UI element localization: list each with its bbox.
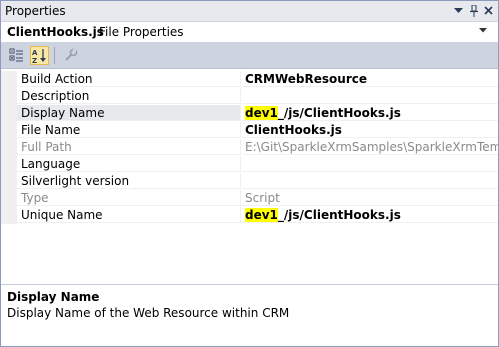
chevron-down-icon[interactable] <box>479 26 487 35</box>
property-value[interactable] <box>242 173 498 189</box>
highlighted-prefix: dev1 <box>245 106 278 120</box>
property-value[interactable]: CRMWebResource <box>242 71 498 87</box>
property-row[interactable]: Full Path E:\Git\SparkleXrmSamples\Spark… <box>1 139 498 156</box>
property-value[interactable]: dev1_/js/ClientHooks.js <box>242 105 498 121</box>
property-name: File Name <box>17 122 241 138</box>
title-bar: Properties <box>1 1 498 22</box>
properties-toolbar: A Z <box>1 43 498 69</box>
property-name: Type <box>17 190 241 206</box>
window-position-dropdown-icon[interactable] <box>451 3 466 18</box>
property-name: Description <box>17 88 241 104</box>
value-suffix: _/js/ClientHooks.js <box>277 106 401 120</box>
value-suffix: _/js/ClientHooks.js <box>277 208 401 222</box>
pin-icon[interactable] <box>466 3 481 18</box>
description-text: Display Name of the Web Resource within … <box>7 306 290 320</box>
property-pages-icon[interactable] <box>61 46 80 65</box>
row-gutter <box>1 71 17 88</box>
property-value[interactable]: dev1_/js/ClientHooks.js <box>242 207 498 223</box>
property-name: Full Path <box>17 139 241 155</box>
categorized-icon[interactable] <box>7 46 26 65</box>
property-name: Display Name <box>17 105 241 121</box>
row-gutter <box>1 156 17 173</box>
object-selector-combo[interactable]: ClientHooks.js File Properties <box>1 22 498 43</box>
close-icon[interactable] <box>481 3 496 18</box>
property-row[interactable]: Unique Name dev1_/js/ClientHooks.js <box>1 207 498 224</box>
svg-text:A: A <box>32 49 38 57</box>
property-row[interactable]: Language <box>1 156 498 173</box>
property-name: Language <box>17 156 241 172</box>
toolbar-separator <box>54 47 55 64</box>
selected-object-type: File Properties <box>99 25 184 39</box>
property-name: Build Action <box>17 71 241 87</box>
highlighted-prefix: dev1 <box>245 208 278 222</box>
row-gutter <box>1 207 17 224</box>
selected-object-name: ClientHooks.js <box>7 25 104 39</box>
window-title: Properties <box>5 4 66 18</box>
row-gutter <box>1 139 17 156</box>
property-name: Silverlight version <box>17 173 241 189</box>
row-gutter <box>1 190 17 207</box>
property-row[interactable]: Description <box>1 88 498 105</box>
row-gutter <box>1 122 17 139</box>
property-row[interactable]: Silverlight version <box>1 173 498 190</box>
description-title: Display Name <box>7 290 100 304</box>
row-gutter <box>1 105 17 122</box>
row-gutter <box>1 173 17 190</box>
property-value[interactable]: ClientHooks.js <box>242 122 498 138</box>
property-value[interactable] <box>242 88 498 104</box>
row-gutter <box>1 88 17 105</box>
property-row-selected[interactable]: Display Name dev1_/js/ClientHooks.js <box>1 105 498 122</box>
property-row[interactable]: File Name ClientHooks.js <box>1 122 498 139</box>
svg-text:Z: Z <box>32 57 37 64</box>
property-value[interactable]: Script <box>242 190 498 206</box>
properties-window: Properties ClientHooks.js File Propertie… <box>0 0 499 347</box>
property-row[interactable]: Type Script <box>1 190 498 207</box>
property-value[interactable]: E:\Git\SparkleXrmSamples\SparkleXrmTempl… <box>242 139 498 155</box>
property-row[interactable]: Build Action CRMWebResource <box>1 71 498 88</box>
description-panel: Display Name Display Name of the Web Res… <box>1 285 498 346</box>
property-value[interactable] <box>242 156 498 172</box>
property-grid: Build Action CRMWebResource Description … <box>1 69 498 285</box>
alphabetical-icon[interactable]: A Z <box>30 46 49 65</box>
property-name: Unique Name <box>17 207 241 223</box>
